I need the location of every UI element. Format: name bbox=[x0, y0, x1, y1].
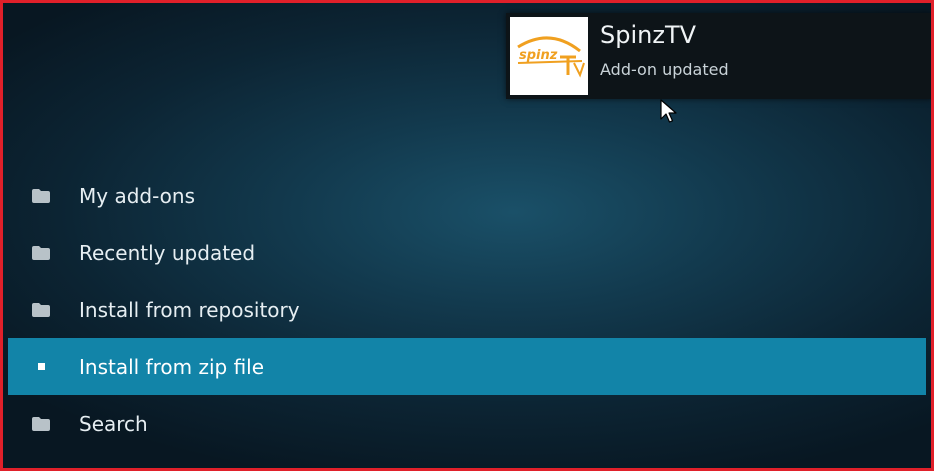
menu-item-label: My add-ons bbox=[79, 183, 196, 208]
addons-menu: My add-ons Recently updated Install from… bbox=[8, 167, 926, 452]
notification-message: Add-on updated bbox=[600, 60, 729, 79]
menu-item-recently-updated[interactable]: Recently updated bbox=[8, 224, 926, 281]
folder-icon bbox=[32, 245, 50, 260]
mouse-cursor-icon bbox=[660, 99, 678, 125]
addon-updated-notification[interactable]: spinz SpinzTV Add-on updated bbox=[506, 13, 931, 99]
square-icon bbox=[32, 360, 50, 374]
kodi-addons-screen: My add-ons Recently updated Install from… bbox=[0, 0, 934, 471]
menu-item-label: Search bbox=[79, 411, 148, 436]
folder-icon bbox=[32, 302, 50, 317]
menu-item-my-addons[interactable]: My add-ons bbox=[8, 167, 926, 224]
menu-item-label: Recently updated bbox=[79, 240, 256, 265]
menu-item-search[interactable]: Search bbox=[8, 395, 926, 452]
notification-title: SpinzTV bbox=[600, 21, 697, 49]
menu-item-label: Install from zip file bbox=[79, 354, 265, 379]
spinztv-logo: spinz bbox=[510, 17, 588, 95]
folder-icon bbox=[32, 188, 50, 203]
menu-item-install-from-repository[interactable]: Install from repository bbox=[8, 281, 926, 338]
svg-text:spinz: spinz bbox=[519, 48, 558, 63]
menu-item-install-from-zip-file[interactable]: Install from zip file bbox=[8, 338, 926, 395]
folder-icon bbox=[32, 416, 50, 431]
menu-item-label: Install from repository bbox=[79, 297, 300, 322]
